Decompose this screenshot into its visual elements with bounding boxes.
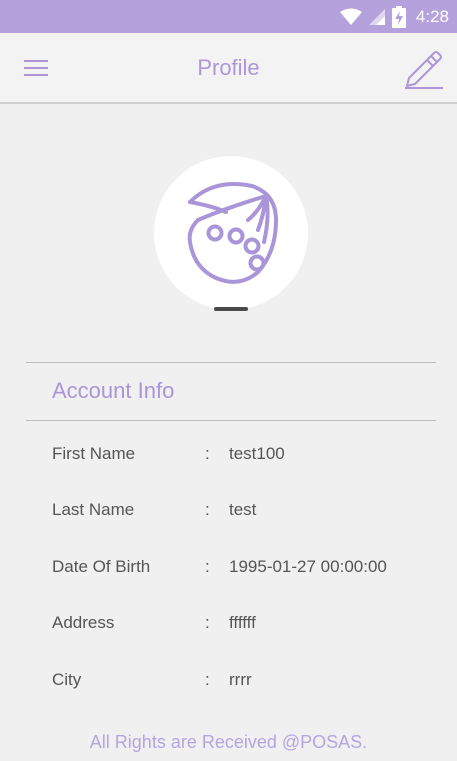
section-title: Account Info	[52, 378, 175, 403]
avatar	[154, 156, 308, 310]
info-value: ffffff	[229, 613, 256, 632]
info-separator: :	[205, 500, 210, 519]
info-separator: :	[205, 613, 210, 632]
info-label: First Name	[52, 444, 136, 463]
info-label: City	[52, 670, 82, 689]
info-row-city: City : rrrr	[0, 670, 457, 700]
signal-icon	[368, 8, 385, 25]
status-time: 4:28	[415, 6, 449, 26]
info-separator: :	[205, 444, 210, 463]
edit-pencil-icon[interactable]	[401, 46, 445, 90]
page-title: Profile	[197, 55, 260, 80]
info-row-date-of-birth: Date Of Birth : 1995-01-27 00:00:00	[0, 557, 457, 587]
logo-icon	[187, 182, 279, 284]
info-row-address: Address : ffffff	[0, 613, 457, 643]
status-icons: 4:28	[339, 0, 449, 33]
section-divider-top	[26, 362, 436, 363]
info-value: rrrr	[229, 670, 252, 689]
status-bar: 4:28	[0, 0, 457, 33]
info-separator: :	[205, 670, 210, 689]
battery-charging-icon	[391, 5, 406, 28]
info-label: Last Name	[52, 500, 135, 519]
info-value: 1995-01-27 00:00:00	[229, 557, 387, 576]
info-label: Address	[52, 613, 115, 632]
wifi-icon	[339, 8, 362, 25]
footer-text: All Rights are Received @POSAS.	[89, 732, 368, 752]
info-value: test	[229, 500, 257, 519]
info-separator: :	[205, 557, 210, 576]
info-label: Date Of Birth	[52, 557, 151, 576]
avatar-shadow	[214, 307, 248, 311]
app-bar: Profile	[0, 33, 457, 104]
info-row-first-name: First Name : test100	[0, 444, 457, 474]
info-value: test100	[229, 444, 285, 463]
info-row-last-name: Last Name : test	[0, 500, 457, 530]
section-divider-bottom	[26, 420, 436, 421]
